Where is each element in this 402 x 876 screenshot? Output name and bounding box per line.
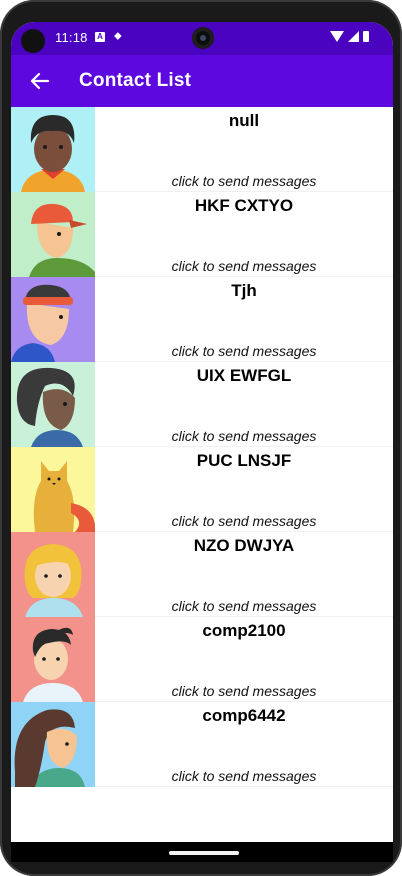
contact-name: PUC LNSJF xyxy=(196,451,292,470)
contact-name: UIX EWFGL xyxy=(196,366,292,385)
contact-name: HKF CXTYO xyxy=(194,196,294,215)
avatar xyxy=(11,192,95,277)
contact-info: comp2100 click to send messages xyxy=(95,617,393,701)
contact-hint: click to send messages xyxy=(171,173,317,189)
contact-row[interactable]: comp6442 click to send messages xyxy=(11,702,393,787)
contact-row[interactable]: HKF CXTYO click to send messages xyxy=(11,192,393,277)
contact-name: null xyxy=(228,111,260,130)
contact-info: Tjh click to send messages xyxy=(95,277,393,361)
camera-left xyxy=(21,29,45,53)
contact-row[interactable]: PUC LNSJF click to send messages xyxy=(11,447,393,532)
screen: 11:18 A ⬥ Contact List null click to sen… xyxy=(11,22,393,842)
avatar xyxy=(11,362,95,447)
contact-row[interactable]: UIX EWFGL click to send messages xyxy=(11,362,393,447)
contact-hint: click to send messages xyxy=(171,513,317,529)
avatar xyxy=(11,277,95,362)
status-time: 11:18 xyxy=(55,30,88,45)
contact-row[interactable]: null click to send messages xyxy=(11,107,393,192)
contact-row[interactable]: Tjh click to send messages xyxy=(11,277,393,362)
contact-name: comp2100 xyxy=(202,621,286,640)
contact-hint: click to send messages xyxy=(171,683,317,699)
contact-hint: click to send messages xyxy=(171,598,317,614)
contact-info: NZO DWJYA click to send messages xyxy=(95,532,393,616)
contact-list: null click to send messages HKF CXTYO cl… xyxy=(11,107,393,787)
contact-info: null click to send messages xyxy=(95,107,393,191)
home-indicator[interactable] xyxy=(169,851,239,855)
contact-name: Tjh xyxy=(231,281,257,300)
contact-info: HKF CXTYO click to send messages xyxy=(95,192,393,276)
wifi-icon xyxy=(330,31,344,42)
contact-row[interactable]: comp2100 click to send messages xyxy=(11,617,393,702)
contact-name: NZO DWJYA xyxy=(193,536,295,555)
signal-icon xyxy=(348,31,359,42)
avatar xyxy=(11,447,95,532)
notification-icon: ⬥ xyxy=(114,30,122,42)
contact-row[interactable]: NZO DWJYA click to send messages xyxy=(11,532,393,617)
contact-hint: click to send messages xyxy=(171,428,317,444)
status-icons xyxy=(330,31,369,42)
front-camera xyxy=(192,27,214,49)
avatar xyxy=(11,702,95,787)
avatar xyxy=(11,532,95,617)
contact-hint: click to send messages xyxy=(171,258,317,274)
contact-info: UIX EWFGL click to send messages xyxy=(95,362,393,446)
battery-icon xyxy=(363,31,369,42)
status-bar: 11:18 A ⬥ xyxy=(11,22,393,55)
notification-a-icon: A xyxy=(95,32,105,42)
contact-hint: click to send messages xyxy=(171,343,317,359)
page-title: Contact List xyxy=(79,70,192,91)
avatar xyxy=(11,107,95,192)
back-arrow-icon[interactable] xyxy=(27,68,53,94)
app-bar: Contact List xyxy=(11,55,393,107)
contact-hint: click to send messages xyxy=(171,768,317,784)
avatar xyxy=(11,617,95,702)
phone-frame: 11:18 A ⬥ Contact List null click to sen… xyxy=(0,0,402,876)
contact-name: comp6442 xyxy=(202,706,286,725)
contact-info: PUC LNSJF click to send messages xyxy=(95,447,393,531)
contact-info: comp6442 click to send messages xyxy=(95,702,393,786)
